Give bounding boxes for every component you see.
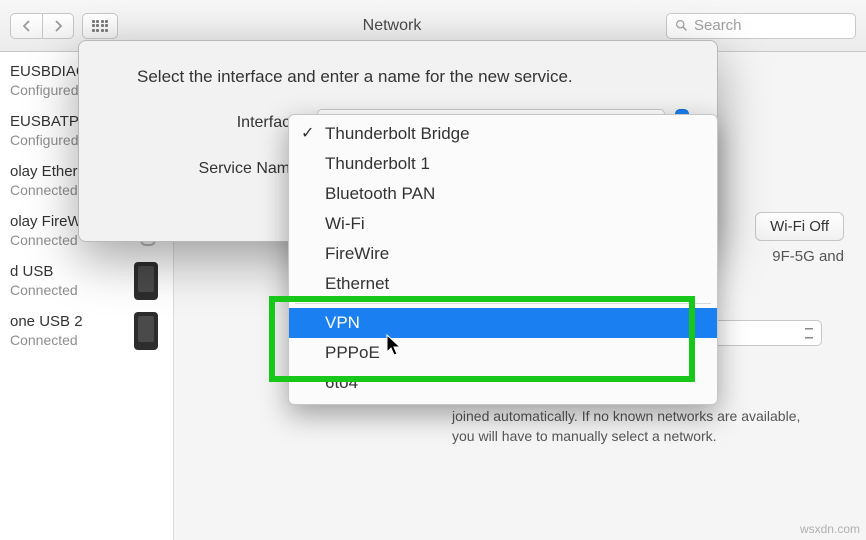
dropdown-item-pppoe[interactable]: PPPoE <box>289 338 717 368</box>
dropdown-item-ethernet[interactable]: Ethernet <box>289 269 717 299</box>
network-info-text: joined automatically. If no known networ… <box>452 406 822 447</box>
search-icon <box>675 19 688 32</box>
forward-button[interactable] <box>42 13 74 39</box>
credit-text: wsxdn.com <box>800 522 860 536</box>
dropdown-item-thunderbolt-1[interactable]: Thunderbolt 1 <box>289 149 717 179</box>
show-all-button[interactable] <box>82 13 118 39</box>
nav-group <box>10 13 74 39</box>
dropdown-item-bluetooth-pan[interactable]: Bluetooth PAN <box>289 179 717 209</box>
dropdown-item-firewire[interactable]: FireWire <box>289 239 717 269</box>
search-field[interactable]: Search <box>666 13 856 39</box>
wifi-status-text: 9F-5G and <box>772 248 844 265</box>
interface-dropdown: Thunderbolt Bridge Thunderbolt 1 Bluetoo… <box>288 114 718 405</box>
sidebar-item[interactable]: d USB Connected <box>0 256 173 306</box>
back-button[interactable] <box>10 13 42 39</box>
window-title: Network <box>126 17 658 35</box>
cursor-icon <box>386 334 404 358</box>
sheet-title: Select the interface and enter a name fo… <box>107 67 689 87</box>
grid-icon <box>92 20 109 32</box>
sidebar-item[interactable]: one USB 2 Connected <box>0 306 173 356</box>
interface-label: Interface <box>107 114 307 132</box>
dropdown-item-wifi[interactable]: Wi-Fi <box>289 209 717 239</box>
dropdown-item-vpn[interactable]: VPN <box>289 308 717 338</box>
dropdown-item-6to4[interactable]: 6to4 <box>289 368 717 398</box>
wifi-off-button[interactable]: Wi-Fi Off <box>755 212 844 241</box>
dropdown-item-thunderbolt-bridge[interactable]: Thunderbolt Bridge <box>289 119 717 149</box>
sidebar-item-name: one USB 2 <box>10 313 119 332</box>
sidebar-item-status: Connected <box>10 282 119 300</box>
phone-icon <box>129 314 163 348</box>
sidebar-item-name: d USB <box>10 263 119 282</box>
service-name-label: Service Name <box>107 160 307 178</box>
phone-icon <box>129 264 163 298</box>
sidebar-item-status: Connected <box>10 332 119 350</box>
dropdown-separator <box>295 303 711 304</box>
search-placeholder: Search <box>694 17 742 34</box>
